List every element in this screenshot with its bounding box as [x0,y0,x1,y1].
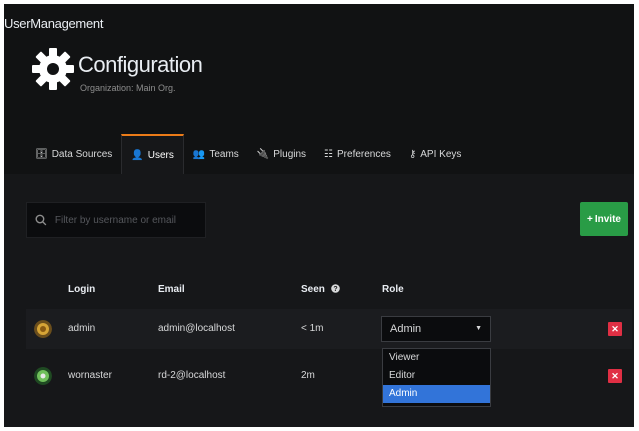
app-window: UserManagement Configuration Organizatio… [4,4,634,427]
column-header-login: Login [68,284,96,295]
seen-label: Seen [301,284,325,295]
user-email: rd-2@localhost [158,370,226,381]
tab-teams[interactable]: 👥 Teams [184,134,248,174]
plus-icon: + [587,213,593,225]
tab-bar: 🗄 Data Sources 👤 Users 👥 Teams 🔌 Plugins… [26,134,470,174]
search-box[interactable] [26,202,206,238]
tab-label: Users [147,149,174,161]
column-header-email: Email [158,284,185,295]
sliders-icon: ☷ [324,148,334,160]
tab-label: Teams [209,148,239,160]
role-option-viewer[interactable]: Viewer [383,349,490,367]
avatar [34,320,52,338]
info-icon[interactable]: ? [330,284,340,293]
svg-text:?: ? [333,286,337,293]
close-icon: ✕ [611,370,619,381]
tab-label: Plugins [273,148,307,160]
page-subtitle: Organization: Main Org. [80,83,176,93]
database-icon: 🗄 [35,148,48,160]
role-dropdown-menu: Viewer Editor Admin [382,348,491,407]
role-select[interactable]: Admin ▼ [381,316,491,342]
column-header-seen: Seen ? [301,284,340,295]
tab-users[interactable]: 👤 Users [121,134,184,174]
tab-plugins[interactable]: 🔌 Plugins [248,134,315,174]
delete-user-button[interactable]: ✕ [608,322,622,336]
invite-button[interactable]: + Invite [580,202,628,236]
tab-data-sources[interactable]: 🗄 Data Sources [26,134,121,174]
tab-preferences[interactable]: ☷ Preferences [315,134,400,174]
user-seen: 2m [301,370,315,381]
table-row: wornaster rd-2@localhost 2m ✕ [26,356,632,396]
window-title: UserManagement [4,16,104,31]
tab-label: Data Sources [51,148,113,160]
caret-down-icon: ▼ [475,325,482,332]
page-header: UserManagement Configuration Organizatio… [4,4,634,174]
table-row: admin admin@localhost < 1m Admin ▼ ✕ [26,309,632,349]
close-icon: ✕ [611,323,619,334]
user-icon: 👤 [131,149,144,161]
search-input[interactable] [52,213,205,227]
plug-icon: 🔌 [256,148,270,160]
delete-user-button[interactable]: ✕ [608,369,622,383]
invite-label: Invite [594,213,621,225]
tab-label: Preferences [337,148,391,160]
user-seen: < 1m [301,323,324,334]
role-option-admin[interactable]: Admin [383,385,490,403]
key-icon: ⚷ [408,148,417,160]
column-header-role: Role [382,284,404,295]
tab-label: API Keys [420,148,462,160]
search-icon [35,214,47,226]
page-title: Configuration [78,52,203,77]
role-option-editor[interactable]: Editor [383,367,490,385]
users-icon: 👥 [192,148,206,160]
role-value: Admin [390,323,422,335]
tab-api-keys[interactable]: ⚷ API Keys [400,134,470,174]
user-login: wornaster [68,370,112,381]
user-email: admin@localhost [158,323,235,334]
user-login: admin [68,323,96,334]
avatar [34,367,52,385]
cog-icon [32,48,74,90]
